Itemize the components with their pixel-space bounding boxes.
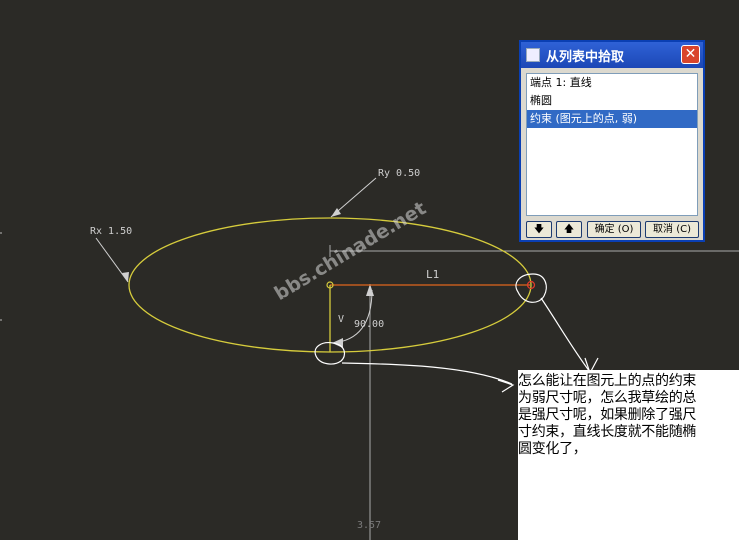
rx-leader: [95, 237, 129, 283]
rx-leader-arrow: [122, 272, 129, 282]
pick-list[interactable]: 端点 1: 直线 椭圆 约束 (图元上的点, 弱): [526, 73, 698, 216]
cancel-button[interactable]: 取消 (C): [645, 221, 699, 238]
window-icon: [526, 48, 540, 62]
dimension-arrow: [366, 284, 374, 296]
annotation-line: 寸约束，直线长度就不能随椭: [518, 424, 697, 440]
list-item-constraint[interactable]: 约束 (图元上的点, 弱): [527, 110, 697, 128]
pointer-arrow-bottom: [341, 362, 513, 385]
annotation-line: 为弱尺寸呢，怎么我草绘的总: [518, 390, 697, 406]
ry-dimension-label[interactable]: Ry 0.50: [378, 168, 420, 179]
angle-dimension-label[interactable]: 90.00: [354, 319, 384, 330]
arrow-down-icon: 🡇: [533, 224, 545, 235]
annotation-panel: 怎么能让在图元上的点的约束 为弱尺寸呢，怎么我草绘的总 是强尺寸呢，如果删除了强…: [518, 370, 739, 540]
pointer-arrow-endpoint: [540, 297, 591, 373]
arrow-up-icon: 🡅: [563, 224, 575, 235]
dialog-titlebar[interactable]: 从列表中拾取 ✕: [521, 42, 703, 68]
pick-from-list-dialog: 从列表中拾取 ✕ 端点 1: 直线 椭圆 约束 (图元上的点, 弱) 🡇 🡅 确…: [519, 40, 705, 242]
annotation-text: 怎么能让在图元上的点的约束 为弱尺寸呢，怎么我草绘的总 是强尺寸呢，如果删除了强…: [518, 373, 739, 458]
bottom-dimension-label[interactable]: 3.57: [357, 520, 381, 531]
dialog-title: 从列表中拾取: [546, 49, 625, 65]
vertical-label: V: [338, 314, 345, 325]
line-length-label[interactable]: L1: [426, 268, 439, 281]
rx-dimension-label[interactable]: Rx 1.50: [90, 226, 132, 237]
annotation-line: 怎么能让在图元上的点的约束: [518, 373, 697, 389]
close-button[interactable]: ✕: [681, 45, 700, 64]
move-down-button[interactable]: 🡇: [526, 221, 552, 238]
list-item-ellipse[interactable]: 椭圆: [527, 92, 697, 110]
list-item-endpoint[interactable]: 端点 1: 直线: [527, 74, 697, 92]
move-up-button[interactable]: 🡅: [556, 221, 582, 238]
annotation-line: 圆变化了，: [518, 441, 587, 457]
ok-button[interactable]: 确定 (O): [587, 221, 641, 238]
annotation-line: 是强尺寸呢，如果删除了强尺: [518, 407, 697, 423]
